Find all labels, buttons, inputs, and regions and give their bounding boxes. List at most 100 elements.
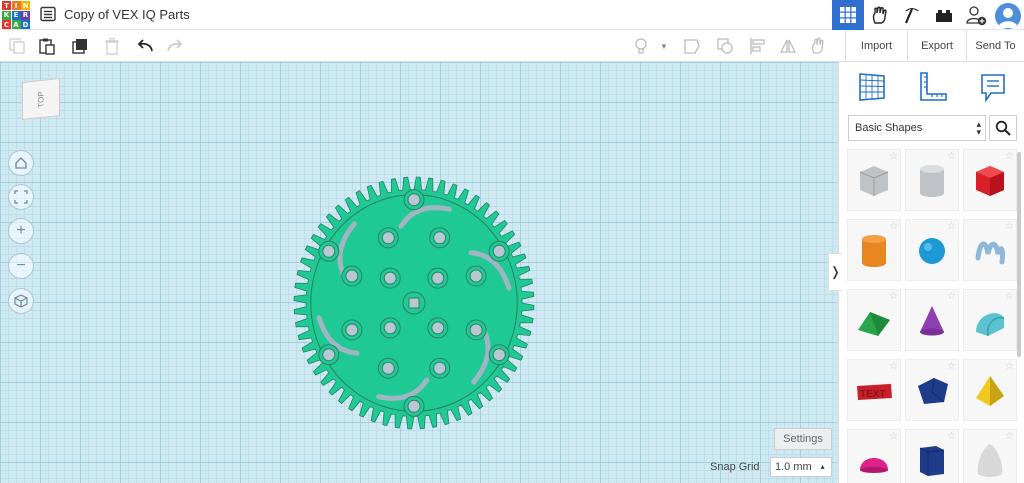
add-user-button[interactable] [960, 0, 992, 30]
favorite-star-icon[interactable]: ☆ [889, 361, 898, 372]
gear-hole [469, 269, 483, 283]
note-shape-icon [684, 39, 700, 54]
mirror-button[interactable] [778, 36, 798, 56]
fit-view-button[interactable] [8, 184, 34, 210]
document-title[interactable]: Copy of VEX IQ Parts [64, 7, 190, 22]
shape-scribble[interactable]: ☆ [963, 219, 1017, 281]
shape-half-sphere[interactable]: ☆ [847, 429, 901, 483]
box-shape-icon [976, 166, 1004, 196]
gear-hole [383, 321, 397, 335]
polygon-shape-icon [918, 377, 948, 404]
tinkercad-logo[interactable]: TIN KER CAD [2, 1, 30, 29]
zoom-out-button[interactable]: − [8, 253, 34, 279]
favorite-star-icon[interactable]: ☆ [889, 291, 898, 302]
workplane[interactable]: TOP + − Settings Snap Grid 1.0 mm ▲ [0, 62, 838, 483]
panel-scrollbar[interactable] [1017, 152, 1021, 357]
shape-cone[interactable]: ☆ [905, 289, 959, 351]
grid-view-button[interactable] [832, 0, 864, 30]
light-bulb-button[interactable] [631, 36, 651, 56]
note-icon [981, 74, 1005, 103]
favorite-star-icon[interactable]: ☆ [1005, 361, 1014, 372]
shape-notes-button[interactable] [682, 36, 702, 56]
cruise-button[interactable] [808, 36, 828, 56]
snap-grid-label: Snap Grid [710, 461, 760, 473]
cone-shape-icon [920, 306, 944, 336]
account-button[interactable] [992, 0, 1024, 30]
caret-up-down-icon: ▲ [819, 464, 826, 471]
logo-letter: C [2, 20, 11, 29]
favorite-star-icon[interactable]: ☆ [1005, 151, 1014, 162]
favorite-star-icon[interactable]: ☆ [947, 431, 956, 442]
svg-text:TEXT: TEXT [860, 389, 886, 400]
logo-letter: I [11, 1, 21, 10]
logo-letter: R [21, 10, 30, 20]
redo-button[interactable] [165, 36, 185, 56]
collapse-panel-button[interactable]: ❭ [828, 253, 842, 291]
workplane-tab[interactable] [855, 70, 889, 104]
home-view-button[interactable] [8, 150, 34, 176]
delete-button[interactable] [102, 36, 122, 56]
import-button[interactable]: Import [846, 30, 908, 62]
add-user-icon [966, 6, 987, 26]
export-button[interactable]: Export [908, 30, 967, 62]
design-list-icon[interactable] [40, 6, 56, 22]
send-to-button[interactable]: Send To [967, 30, 1024, 62]
undo-button[interactable] [135, 36, 155, 56]
shape-search-button[interactable] [989, 115, 1017, 141]
shape-round-roof[interactable]: ☆ [963, 289, 1017, 351]
shape-pyramid[interactable]: ☆ [963, 359, 1017, 421]
align-button[interactable] [748, 36, 768, 56]
vex-gear-model[interactable] [288, 174, 540, 432]
favorite-star-icon[interactable]: ☆ [947, 151, 956, 162]
notes-tab[interactable] [976, 70, 1010, 104]
gear-hole [381, 231, 395, 245]
shape-cylinder[interactable]: ☆ [847, 219, 901, 281]
mirror-icon [779, 39, 797, 53]
favorite-star-icon[interactable]: ☆ [1005, 221, 1014, 232]
pickaxe-button[interactable] [896, 0, 928, 30]
cylinder-hole-shape-icon [920, 165, 944, 197]
pyramid-shape-icon [976, 376, 1004, 406]
caret-up-down-icon: ▴ ▾ [976, 119, 981, 137]
shape-sphere[interactable]: ☆ [905, 219, 959, 281]
shape-hexagonal-prism[interactable]: ☆ [905, 429, 959, 483]
favorite-star-icon[interactable]: ☆ [1005, 291, 1014, 302]
favorite-star-icon[interactable]: ☆ [947, 291, 956, 302]
favorite-star-icon[interactable]: ☆ [1005, 431, 1014, 442]
account-avatar [995, 3, 1021, 29]
favorite-star-icon[interactable]: ☆ [947, 361, 956, 372]
cylinder-shape-icon [862, 235, 886, 267]
snap-grid-select[interactable]: 1.0 mm ▲ [770, 457, 832, 477]
shape-paraboloid[interactable]: ☆ [963, 429, 1017, 483]
minus-icon: − [16, 257, 26, 274]
favorite-star-icon[interactable]: ☆ [947, 221, 956, 232]
caret-down-icon: ▼ [660, 41, 668, 51]
bricks-button[interactable] [928, 0, 960, 30]
shape-text[interactable]: TEXT ☆ [847, 359, 901, 421]
gear-hole [492, 348, 506, 362]
copy-button[interactable] [7, 36, 27, 56]
zoom-in-button[interactable]: + [8, 218, 34, 244]
paste-button[interactable] [37, 36, 57, 56]
group-button[interactable] [715, 36, 735, 56]
top-right-actions [832, 0, 1024, 30]
shape-polygon[interactable]: ☆ [905, 359, 959, 421]
gear-square-axle-hole [408, 297, 420, 309]
favorite-star-icon[interactable]: ☆ [889, 431, 898, 442]
view-cube[interactable]: TOP [22, 78, 60, 120]
shape-roof[interactable]: ☆ [847, 289, 901, 351]
shape-cylinder-hole[interactable]: ☆ [905, 149, 959, 211]
favorite-star-icon[interactable]: ☆ [889, 221, 898, 232]
shape-box-hole[interactable]: ☆ [847, 149, 901, 211]
shape-category-select[interactable]: Basic Shapes ▴ ▾ [848, 115, 986, 141]
shape-box[interactable]: ☆ [963, 149, 1017, 211]
projection-button[interactable] [8, 288, 34, 314]
settings-button[interactable]: Settings [774, 428, 832, 450]
favorite-star-icon[interactable]: ☆ [889, 151, 898, 162]
plus-icon: + [16, 222, 26, 239]
duplicate-button[interactable] [70, 36, 90, 56]
light-dropdown-button[interactable]: ▼ [654, 36, 674, 56]
trash-icon [105, 37, 119, 55]
ruler-tab[interactable] [916, 70, 950, 104]
tinker-hand-button[interactable] [864, 0, 896, 30]
